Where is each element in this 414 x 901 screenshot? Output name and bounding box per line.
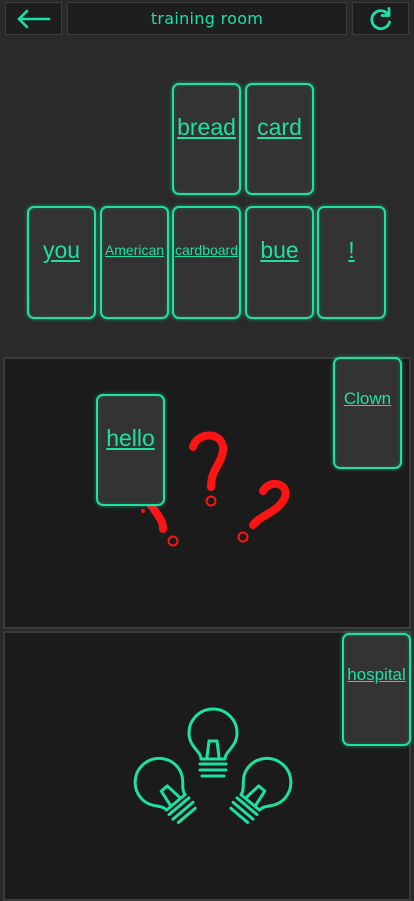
word-card[interactable]: Clown [333,357,402,469]
word-card[interactable]: bue [245,206,314,319]
word-card[interactable]: ! [317,206,386,319]
word-card[interactable]: American [100,206,169,319]
word-label: cardboard [174,242,239,258]
word-label: ! [348,237,355,263]
word-label: hospital [347,665,406,684]
word-card[interactable]: cardboard [172,206,241,319]
word-label: American [104,242,165,258]
word-label: card [257,114,302,140]
word-label: Clown [343,389,392,408]
word-label: you [42,237,81,263]
top-bar: training room [0,0,414,40]
word-label: bread [177,114,236,140]
page-title: training room [150,9,264,28]
word-card[interactable]: hello [96,394,165,506]
back-button[interactable] [5,2,62,35]
word-label: bue [260,237,299,263]
word-label: hello [106,425,155,451]
title-bar: training room [67,2,347,35]
arrow-left-icon [17,9,50,28]
word-card[interactable]: bread [172,83,241,195]
drop-zone-idea[interactable]: hospital [3,631,411,901]
word-card[interactable]: hospital [342,633,411,746]
word-card[interactable]: card [245,83,314,195]
drop-zone-question[interactable]: Clown hello [3,357,411,629]
lightbulbs-icon [133,707,293,824]
word-tray: bread card you American cardboard bue ! [0,40,414,356]
word-card[interactable]: you [27,206,96,319]
refresh-icon [369,6,391,30]
refresh-button[interactable] [352,2,409,35]
